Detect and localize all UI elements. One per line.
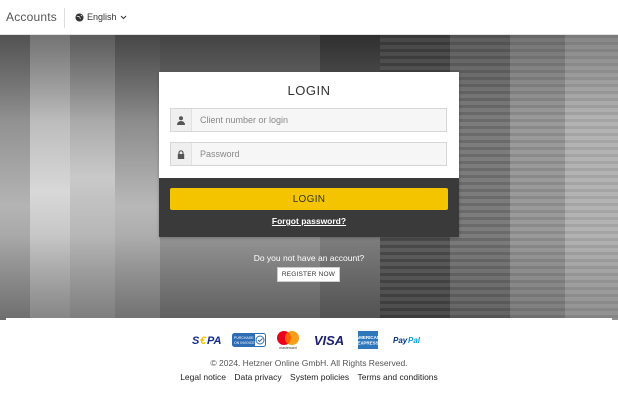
- svg-text:S: S: [192, 335, 200, 346]
- username-field[interactable]: [170, 108, 447, 132]
- sepa-logo: S € PA: [192, 330, 224, 350]
- language-selector[interactable]: English: [75, 12, 127, 22]
- paypal-logo: Pay Pal: [390, 330, 426, 350]
- header-divider: [64, 8, 65, 28]
- chevron-down-icon: [120, 15, 126, 19]
- register-now-button[interactable]: REGISTER NOW: [277, 267, 340, 282]
- svg-text:EXPRESS: EXPRESS: [358, 341, 378, 346]
- svg-text:mastercard: mastercard: [279, 346, 297, 350]
- no-account-prompt: Do you not have an account?: [253, 253, 365, 263]
- legal-notice-link[interactable]: Legal notice: [180, 372, 226, 382]
- footer-links: Legal notice Data privacy System policie…: [0, 372, 618, 382]
- mastercard-logo: mastercard: [275, 330, 301, 350]
- user-icon: [171, 109, 192, 131]
- language-label: English: [87, 12, 117, 22]
- terms-and-conditions-link[interactable]: Terms and conditions: [357, 372, 437, 382]
- username-input[interactable]: [192, 109, 442, 131]
- svg-text:Pay: Pay: [393, 336, 408, 345]
- copyright-text: © 2024. Hetzner Online GmbH. All Rights …: [210, 358, 408, 368]
- svg-text:€: €: [200, 335, 207, 346]
- login-actions: LOGIN Forgot password?: [159, 178, 459, 237]
- svg-text:PA: PA: [207, 335, 222, 346]
- svg-text:AMERICAN: AMERICAN: [358, 335, 378, 340]
- payment-methods: S € PA PURCHASE ON INVOICE mastercard VI…: [0, 330, 618, 350]
- svg-text:Pal: Pal: [408, 336, 421, 345]
- visa-logo: VISA: [312, 330, 346, 350]
- globe-icon: [75, 12, 84, 22]
- brand-title[interactable]: Accounts: [6, 10, 57, 24]
- login-title: LOGIN: [287, 83, 331, 98]
- login-button[interactable]: LOGIN: [170, 188, 448, 210]
- svg-text:ON INVOICE: ON INVOICE: [234, 341, 255, 345]
- purchase-on-invoice-logo: PURCHASE ON INVOICE: [232, 330, 266, 350]
- lock-icon: [171, 143, 192, 165]
- top-navigation-bar: Accounts English: [0, 0, 618, 35]
- american-express-logo: AMERICAN EXPRESS: [358, 330, 378, 350]
- data-privacy-link[interactable]: Data privacy: [234, 372, 281, 382]
- password-field[interactable]: [170, 142, 447, 166]
- system-policies-link[interactable]: System policies: [290, 372, 349, 382]
- svg-text:VISA: VISA: [314, 333, 344, 347]
- password-input[interactable]: [192, 143, 442, 165]
- forgot-password-link[interactable]: Forgot password?: [159, 216, 459, 226]
- login-form: LOGIN LOGIN Forgot password?: [159, 72, 459, 237]
- svg-text:PURCHASE: PURCHASE: [234, 336, 254, 340]
